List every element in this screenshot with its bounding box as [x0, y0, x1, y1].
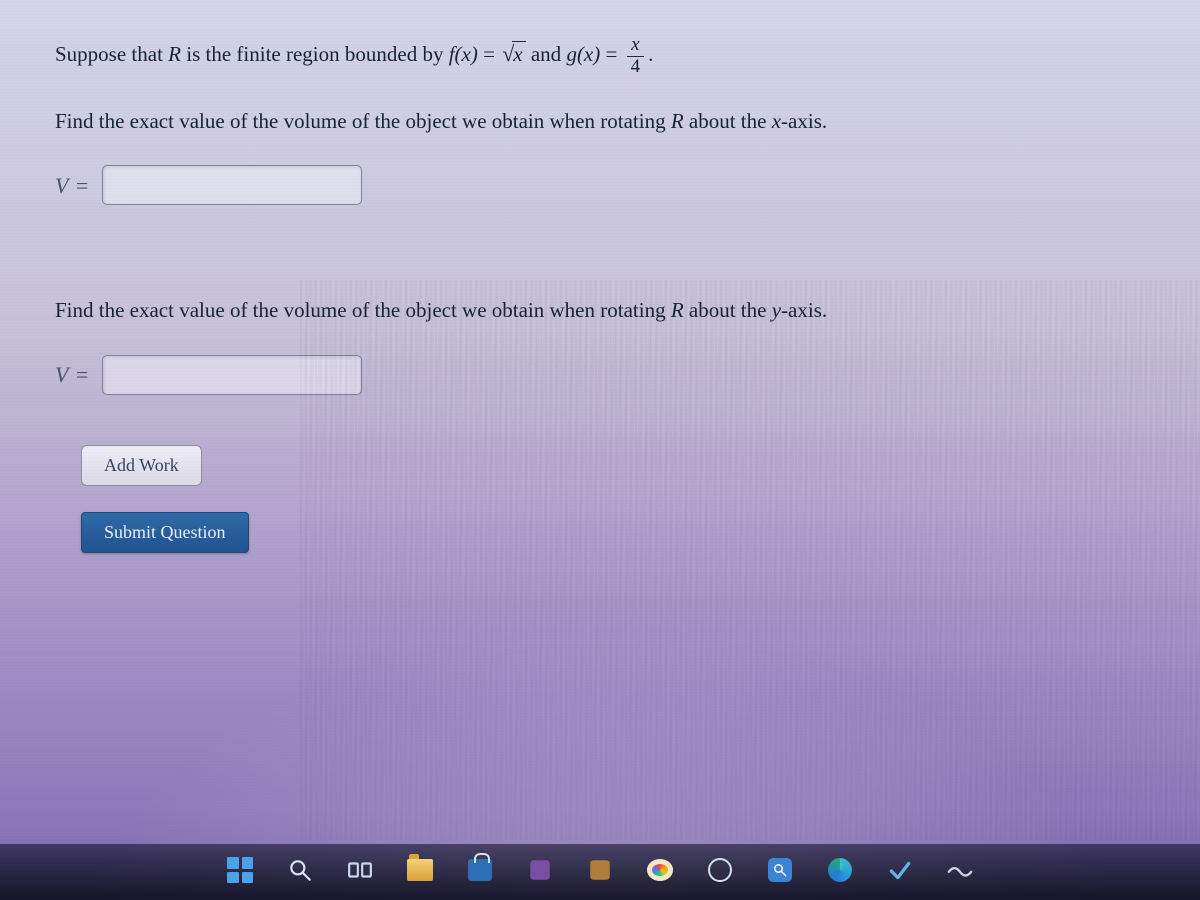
palette-icon — [647, 859, 673, 881]
app-icon — [587, 857, 613, 883]
edge-icon — [828, 858, 852, 882]
search-icon — [287, 857, 313, 883]
numerator: x — [627, 35, 645, 57]
search-button[interactable] — [283, 853, 317, 887]
file-explorer-button[interactable] — [403, 853, 437, 887]
task-view-button[interactable] — [343, 853, 377, 887]
equals: = — [478, 42, 500, 66]
taskbar-app-2[interactable] — [583, 853, 617, 887]
part1-prompt: Find the exact value of the volume of th… — [55, 106, 1145, 138]
start-button[interactable] — [223, 853, 257, 887]
taskbar — [0, 844, 1200, 900]
magnifier-button[interactable] — [763, 853, 797, 887]
store-icon — [468, 859, 492, 881]
text: about the — [684, 109, 772, 133]
windows-icon — [227, 857, 253, 883]
question-card: Suppose that R is the finite region boun… — [0, 0, 1200, 553]
taskbar-app-1[interactable] — [523, 853, 557, 887]
cortana-button[interactable] — [703, 853, 737, 887]
paint-button[interactable] — [643, 853, 677, 887]
task-view-icon — [347, 857, 373, 883]
check-icon — [887, 857, 913, 883]
notifications-button[interactable] — [943, 853, 977, 887]
add-work-button[interactable]: Add Work — [81, 445, 202, 486]
volume-label: V = — [55, 358, 90, 391]
text: Find the exact value of the volume of th… — [55, 298, 671, 322]
microsoft-store-button[interactable] — [463, 853, 497, 887]
circle-icon — [708, 858, 732, 882]
text: -axis. — [781, 298, 827, 322]
text: about the — [684, 298, 772, 322]
radicand: x — [512, 41, 525, 66]
and: and — [526, 42, 567, 66]
problem-statement: Suppose that R is the finite region boun… — [55, 35, 1145, 78]
axis-var: y — [772, 298, 781, 322]
volume-x-axis-input[interactable] — [102, 165, 362, 205]
f-of-x: f(x) — [449, 42, 478, 66]
volume-label: V = — [55, 169, 90, 202]
part2-answer-row: V = — [55, 355, 1145, 395]
axis-var: x — [772, 109, 781, 133]
text: -axis. — [781, 109, 827, 133]
edge-button[interactable] — [823, 853, 857, 887]
denominator: 4 — [627, 57, 645, 78]
wave-icon — [947, 857, 973, 883]
sqrt-x: x — [500, 37, 525, 71]
folder-icon — [407, 859, 433, 881]
period: . — [648, 42, 653, 66]
equals: = — [600, 42, 622, 66]
app-icon — [527, 857, 553, 883]
volume-y-axis-input[interactable] — [102, 355, 362, 395]
submit-question-button[interactable]: Submit Question — [81, 512, 249, 553]
task-complete-button[interactable] — [883, 853, 917, 887]
magnifier-icon — [768, 858, 792, 882]
fraction-x-over-4: x4 — [627, 35, 645, 78]
text: Find the exact value of the volume of th… — [55, 109, 671, 133]
region-var: R — [671, 298, 684, 322]
text: Suppose that — [55, 42, 168, 66]
g-of-x: g(x) — [566, 42, 600, 66]
region-var: R — [168, 42, 181, 66]
part1-answer-row: V = — [55, 165, 1145, 205]
text: is the finite region bounded by — [181, 42, 449, 66]
region-var: R — [671, 109, 684, 133]
part2-prompt: Find the exact value of the volume of th… — [55, 295, 1145, 327]
